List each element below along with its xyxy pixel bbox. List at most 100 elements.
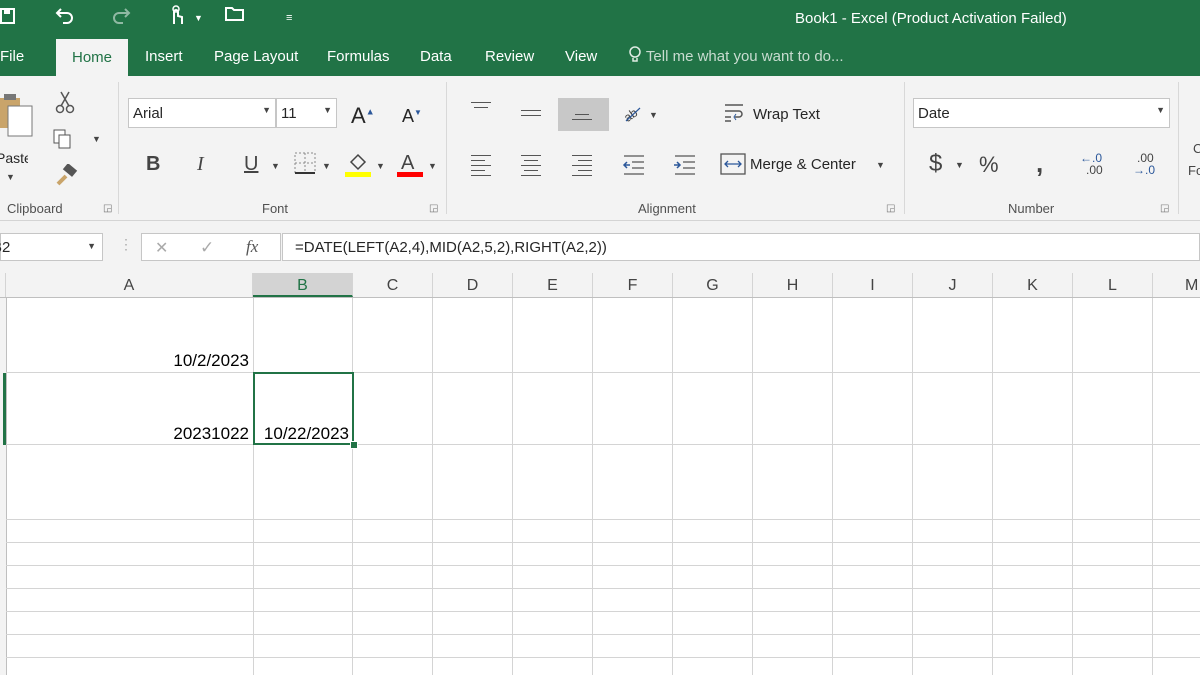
increase-arrow-icon: ▲: [365, 106, 375, 117]
paste-icon[interactable]: [0, 90, 36, 143]
tab-view[interactable]: View: [565, 38, 597, 76]
orientation-icon[interactable]: ab: [621, 102, 644, 129]
font-color-dropdown-icon[interactable]: ▼: [428, 161, 437, 171]
font-name-select[interactable]: Arial ▼: [128, 98, 276, 128]
column-header[interactable]: D: [433, 273, 513, 297]
group-divider: [1178, 82, 1179, 214]
decrease-decimal-button[interactable]: .00 →.0: [1133, 152, 1155, 176]
tab-data[interactable]: Data: [420, 38, 452, 76]
align-bottom-button[interactable]: [558, 98, 609, 131]
alignment-launcher-icon[interactable]: ◲: [886, 203, 895, 214]
column-header[interactable]: C: [353, 273, 433, 297]
touch-mode-dropdown-icon[interactable]: ▼: [194, 4, 203, 32]
redo-icon[interactable]: [110, 4, 132, 34]
cut-icon[interactable]: [54, 90, 76, 119]
column-header[interactable]: J: [913, 273, 993, 297]
name-box-value: B2: [0, 239, 11, 256]
enter-icon[interactable]: ✓: [200, 238, 214, 258]
column-header[interactable]: L: [1073, 273, 1153, 297]
column-header[interactable]: F: [593, 273, 673, 297]
number-format-select[interactable]: Date ▼: [913, 98, 1170, 128]
decrease-indent-icon[interactable]: [622, 154, 646, 181]
tab-page-layout[interactable]: Page Layout: [214, 38, 298, 76]
gridline: [752, 298, 753, 675]
styles-partial-line1: C: [1193, 141, 1200, 156]
highlight-color-swatch: [345, 172, 371, 177]
comma-style-button[interactable]: ,: [1036, 148, 1043, 179]
undo-icon[interactable]: [54, 4, 76, 34]
bold-button[interactable]: B: [146, 153, 160, 176]
orientation-dropdown-icon[interactable]: ▼: [649, 110, 658, 120]
copy-icon[interactable]: [52, 128, 74, 155]
wrap-text-icon[interactable]: [723, 102, 747, 129]
gridline: [6, 588, 1200, 589]
column-header[interactable]: K: [993, 273, 1073, 297]
font-color-icon[interactable]: A: [397, 150, 423, 183]
font-size-select[interactable]: 11 ▼: [276, 98, 337, 128]
increase-indent-icon[interactable]: [673, 154, 697, 181]
cancel-icon[interactable]: ✕: [155, 238, 168, 258]
formula-bar-grip-icon[interactable]: ⋮: [119, 236, 133, 253]
grow-font-button[interactable]: A▲: [351, 103, 375, 129]
gridline: [992, 298, 993, 675]
column-header[interactable]: G: [673, 273, 753, 297]
paste-label[interactable]: Paste: [0, 150, 28, 166]
tell-me-search[interactable]: Tell me what you want to do...: [628, 38, 844, 76]
fill-handle[interactable]: [350, 441, 358, 449]
tab-insert[interactable]: Insert: [145, 38, 183, 76]
currency-button[interactable]: $: [929, 150, 942, 178]
cell-a1[interactable]: 10/2/2023: [6, 351, 249, 371]
merge-center-icon[interactable]: [720, 152, 746, 181]
decrease-arrow-icon: ▼: [414, 108, 422, 117]
open-folder-icon[interactable]: [224, 4, 246, 32]
borders-dropdown-icon[interactable]: ▼: [322, 161, 331, 171]
increase-decimal-button[interactable]: ←.0 .00: [1080, 152, 1103, 176]
align-middle-icon[interactable]: [521, 110, 541, 120]
group-divider: [118, 82, 119, 214]
tab-review[interactable]: Review: [485, 38, 534, 76]
align-left-icon[interactable]: [471, 155, 491, 180]
font-launcher-icon[interactable]: ◲: [429, 203, 438, 214]
underline-button[interactable]: U: [244, 153, 258, 176]
ribbon: Paste ▼ ▼ Clipboard ◲ Arial ▼ 11 ▼ A▲ A▼…: [0, 76, 1200, 221]
tab-file[interactable]: File: [0, 38, 24, 76]
conditional-formatting-button[interactable]: C Fo: [1188, 138, 1200, 182]
wrap-text-button[interactable]: Wrap Text: [753, 106, 820, 123]
align-top-icon[interactable]: [471, 102, 491, 112]
column-header[interactable]: I: [833, 273, 913, 297]
fill-color-dropdown-icon[interactable]: ▼: [376, 161, 385, 171]
currency-dropdown-icon[interactable]: ▼: [955, 160, 964, 170]
tab-formulas[interactable]: Formulas: [327, 38, 390, 76]
column-header[interactable]: E: [513, 273, 593, 297]
gridline: [6, 634, 1200, 635]
merge-dropdown-icon[interactable]: ▼: [876, 160, 885, 170]
cell-a2[interactable]: 20231022: [6, 424, 249, 444]
clipboard-launcher-icon[interactable]: ◲: [103, 203, 112, 214]
customize-toolbar-icon[interactable]: ≡: [286, 4, 292, 32]
gridline: [512, 298, 513, 675]
tab-home[interactable]: Home: [56, 39, 128, 76]
gridline: [6, 519, 1200, 520]
fill-color-icon[interactable]: [345, 150, 371, 183]
paste-dropdown-icon[interactable]: ▼: [6, 172, 15, 182]
column-header[interactable]: A: [6, 273, 253, 297]
italic-button[interactable]: I: [197, 153, 204, 176]
column-header[interactable]: M: [1153, 273, 1200, 297]
touch-mode-icon[interactable]: [166, 4, 186, 34]
insert-function-icon[interactable]: fx: [246, 237, 258, 257]
save-icon[interactable]: [0, 4, 16, 32]
number-launcher-icon[interactable]: ◲: [1160, 203, 1169, 214]
align-right-icon[interactable]: [572, 155, 592, 180]
formula-input[interactable]: =DATE(LEFT(A2,4),MID(A2,5,2),RIGHT(A2,2)…: [282, 233, 1200, 261]
name-box[interactable]: B2 ▼: [0, 233, 103, 261]
align-center-icon[interactable]: [521, 155, 541, 180]
borders-icon[interactable]: [294, 152, 316, 179]
percent-button[interactable]: %: [979, 152, 999, 178]
column-header[interactable]: H: [753, 273, 833, 297]
column-header-selected[interactable]: B: [253, 273, 353, 297]
copy-dropdown-icon[interactable]: ▼: [92, 134, 101, 144]
underline-dropdown-icon[interactable]: ▼: [271, 161, 280, 171]
format-painter-icon[interactable]: [54, 163, 78, 193]
shrink-font-button[interactable]: A▼: [402, 106, 422, 127]
merge-center-button[interactable]: Merge & Center: [750, 156, 856, 173]
